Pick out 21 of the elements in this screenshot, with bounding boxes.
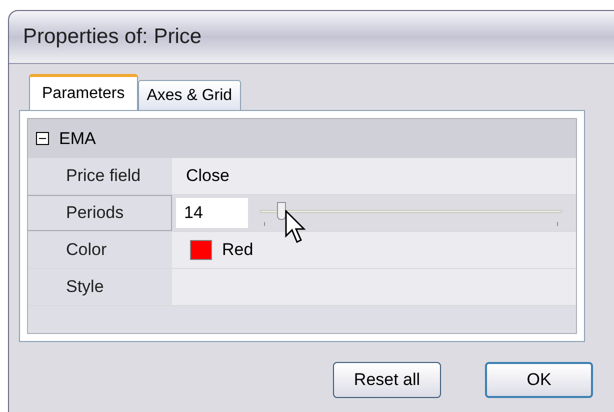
property-value-cell[interactable]: Red <box>172 232 576 268</box>
tab[interactable]: Parameters <box>29 74 138 110</box>
number-field[interactable]: 14 <box>176 198 248 228</box>
window-title: Properties of: Price <box>23 24 202 50</box>
property-label[interactable]: Style <box>28 269 172 305</box>
mouse-pointer-icon <box>285 210 308 244</box>
property-value-cell[interactable]: Close <box>172 158 576 194</box>
dialog-button[interactable]: Reset all <box>333 362 441 398</box>
collapse-icon[interactable] <box>36 132 49 145</box>
dialog-button[interactable]: OK <box>485 362 593 398</box>
tab[interactable]: Axes & Grid <box>138 80 242 110</box>
tick-mark <box>264 222 265 226</box>
property-value: Close <box>185 165 230 188</box>
property-value: Red <box>222 239 254 262</box>
slider-thumb[interactable] <box>277 202 286 220</box>
property-label[interactable]: Periods <box>28 195 172 231</box>
tick-mark <box>557 222 558 226</box>
group-title: EMA <box>59 128 96 150</box>
property-label[interactable]: Color <box>28 232 172 268</box>
property-label[interactable]: Price field <box>28 158 172 194</box>
property-value-cell[interactable] <box>172 269 576 305</box>
